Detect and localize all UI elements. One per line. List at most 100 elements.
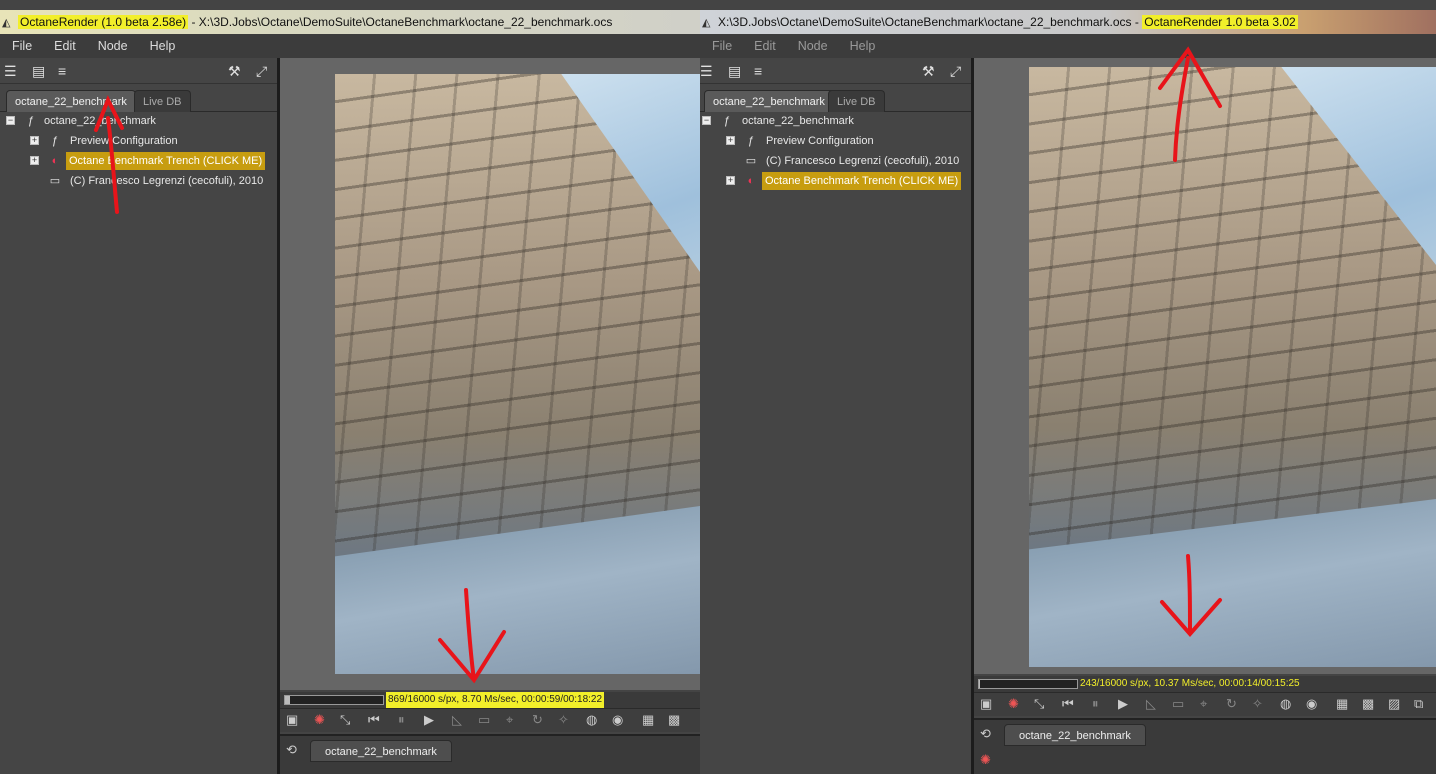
- material-picker-icon[interactable]: ✺: [314, 712, 325, 728]
- status-text: 869/16000 s/px, 8.70 Ms/sec, 00:00:59/00…: [386, 692, 605, 708]
- progress-bar: [284, 695, 384, 705]
- scene-icon: ƒ: [27, 115, 35, 127]
- app-version: OctaneRender 1.0 beta 3.02: [1142, 15, 1298, 29]
- comment-icon: ▭: [49, 175, 61, 187]
- menu-file[interactable]: File: [12, 34, 32, 58]
- menu-file[interactable]: File: [712, 34, 732, 58]
- disc-icon[interactable]: ◉: [1306, 696, 1317, 712]
- node-graph-panel: ⟲ ✺ octane_22_benchmark: [974, 718, 1436, 774]
- sphere-icon[interactable]: ◍: [1280, 696, 1291, 712]
- collapse-icon[interactable]: ≡: [754, 63, 762, 79]
- display-icon[interactable]: ▭: [478, 712, 490, 728]
- grid-icon[interactable]: ▦: [642, 712, 654, 728]
- render-status: 869/16000 s/px, 8.70 Ms/sec, 00:00:59/00…: [280, 692, 700, 708]
- menu-node[interactable]: Node: [798, 34, 828, 58]
- rewind-icon[interactable]: ⏮: [1062, 696, 1074, 712]
- panel-toolbar: ☰ ▤ ≡ ⚒ ⤢: [0, 58, 277, 84]
- pause-icon[interactable]: ⏸: [1092, 696, 1099, 712]
- render-controls: ▣ ✺ ⤡ ⏮ ⏸ ▶ ◺ ▭ ⌖ ↻ ✧ ◍ ◉ ▦ ▩: [280, 708, 700, 732]
- rotate-icon[interactable]: ↻: [1226, 696, 1237, 712]
- graph-icon[interactable]: ⟲: [980, 726, 991, 742]
- region-icon[interactable]: ◺: [1146, 696, 1156, 712]
- menu-node[interactable]: Node: [98, 34, 128, 58]
- progress-fill: [285, 696, 291, 704]
- stack-icon[interactable]: ▤: [32, 63, 45, 80]
- graph-icon[interactable]: ⟲: [286, 742, 297, 758]
- wrench-icon[interactable]: ⚒: [228, 63, 241, 80]
- fit-icon[interactable]: ⤡: [340, 712, 350, 728]
- af-icon[interactable]: ⌖: [1200, 696, 1207, 712]
- fullscreen-icon[interactable]: ⤢: [256, 63, 267, 80]
- expand-toggle[interactable]: +: [30, 156, 39, 165]
- tab-node-graph[interactable]: octane_22_benchmark: [310, 740, 452, 762]
- wrench-icon[interactable]: ⚒: [922, 63, 935, 80]
- node-graph-panel: ⟲ octane_22_benchmark: [280, 734, 700, 774]
- display-icon[interactable]: ▭: [1172, 696, 1184, 712]
- menu-edit[interactable]: Edit: [754, 34, 776, 58]
- fit-icon[interactable]: ⤡: [1034, 696, 1044, 712]
- progress-bar: [978, 679, 1078, 689]
- collapse-toggle[interactable]: −: [6, 116, 15, 125]
- af-icon[interactable]: ⌖: [506, 712, 513, 728]
- tab-node-graph[interactable]: octane_22_benchmark: [1004, 724, 1146, 746]
- render-image: [1029, 67, 1436, 667]
- rotate-icon[interactable]: ↻: [532, 712, 543, 728]
- node-icon[interactable]: ✺: [980, 752, 991, 768]
- menu-help[interactable]: Help: [150, 34, 176, 58]
- right-screenshot: ◭ X:\3D.Jobs\Octane\DemoSuite\OctaneBench…: [700, 0, 1436, 774]
- collapse-icon[interactable]: ≡: [58, 63, 66, 79]
- pick-icon[interactable]: ✧: [558, 712, 569, 728]
- disc-icon[interactable]: ◉: [612, 712, 623, 728]
- menu-help[interactable]: Help: [850, 34, 876, 58]
- tab-live-db[interactable]: Live DB: [134, 90, 191, 112]
- tab-scene[interactable]: octane_22_benchmark: [704, 90, 834, 112]
- expand-toggle[interactable]: +: [726, 136, 735, 145]
- pick-icon[interactable]: ✧: [1252, 696, 1263, 712]
- grid-icon[interactable]: ▦: [1336, 696, 1348, 712]
- play-icon[interactable]: ▶: [424, 712, 434, 728]
- tab-scene[interactable]: octane_22_benchmark: [6, 90, 136, 112]
- tree-item-label: Preview Configuration: [766, 135, 874, 147]
- title-bar: ◭ OctaneRender (1.0 beta 2.58e) - X:\3D.J…: [0, 10, 700, 34]
- collapse-toggle[interactable]: −: [702, 116, 711, 125]
- tab-live-db[interactable]: Live DB: [828, 90, 885, 112]
- expand-toggle[interactable]: +: [30, 136, 39, 145]
- material-picker-icon[interactable]: ✺: [1008, 696, 1019, 712]
- stack-icon[interactable]: ▤: [728, 63, 741, 80]
- scene-icon: ƒ: [723, 115, 731, 127]
- expand-toggle[interactable]: +: [726, 176, 735, 185]
- tree-item-label: Octane Benchmark Trench (CLICK ME): [762, 172, 962, 190]
- render-viewport[interactable]: [280, 58, 700, 690]
- render-controls: ▣ ✺ ⤡ ⏮ ⏸ ▶ ◺ ▭ ⌖ ↻ ✧ ◍ ◉ ▦ ▩ ▨ ⧉: [974, 692, 1436, 716]
- scene-panel: ☰ ▤ ≡ ⚒ ⤢ octane_22_benchmark Live DB − …: [0, 58, 280, 774]
- outliner-icon[interactable]: ☰: [4, 63, 17, 80]
- play-icon[interactable]: ▶: [1118, 696, 1128, 712]
- title-separator: -: [1131, 15, 1143, 29]
- config-icon: ƒ: [747, 135, 755, 147]
- outliner-icon[interactable]: ☰: [700, 63, 713, 80]
- snapshot-icon[interactable]: ▣: [286, 712, 298, 728]
- tree-item-label: (C) Francesco Legrenzi (cecofuli), 2010: [70, 175, 264, 187]
- sphere-icon[interactable]: ◍: [586, 712, 597, 728]
- fullscreen-icon[interactable]: ⤢: [950, 63, 961, 80]
- tree-item-label: Preview Configuration: [70, 135, 178, 147]
- checker-icon[interactable]: ▩: [1362, 696, 1374, 712]
- title-bar: ◭ X:\3D.Jobs\Octane\DemoSuite\OctaneBench…: [700, 10, 1436, 34]
- pause-icon[interactable]: ⏸: [398, 712, 405, 728]
- menu-bar: File Edit Node Help: [0, 34, 700, 58]
- app-icon: ◭: [702, 17, 711, 29]
- checker-icon[interactable]: ▩: [668, 712, 680, 728]
- file-path: X:\3D.Jobs\Octane\DemoSuite\OctaneBenchm…: [718, 15, 1132, 29]
- menu-edit[interactable]: Edit: [54, 34, 76, 58]
- rewind-icon[interactable]: ⏮: [368, 712, 380, 728]
- copy-icon[interactable]: ⧉: [1414, 696, 1423, 712]
- render-viewport[interactable]: [974, 58, 1436, 674]
- tree-item-label: Octane Benchmark Trench (CLICK ME): [66, 152, 266, 170]
- snapshot-icon[interactable]: ▣: [980, 696, 992, 712]
- app-version: OctaneRender (1.0 beta 2.58e): [18, 15, 189, 29]
- tree-item-label: (C) Francesco Legrenzi (cecofuli), 2010: [766, 155, 960, 167]
- file-path: X:\3D.Jobs\Octane\DemoSuite\OctaneBenchm…: [198, 15, 613, 29]
- tiles-icon[interactable]: ▨: [1388, 696, 1400, 712]
- region-icon[interactable]: ◺: [452, 712, 462, 728]
- panel-tabs: octane_22_benchmark Live DB: [0, 90, 277, 112]
